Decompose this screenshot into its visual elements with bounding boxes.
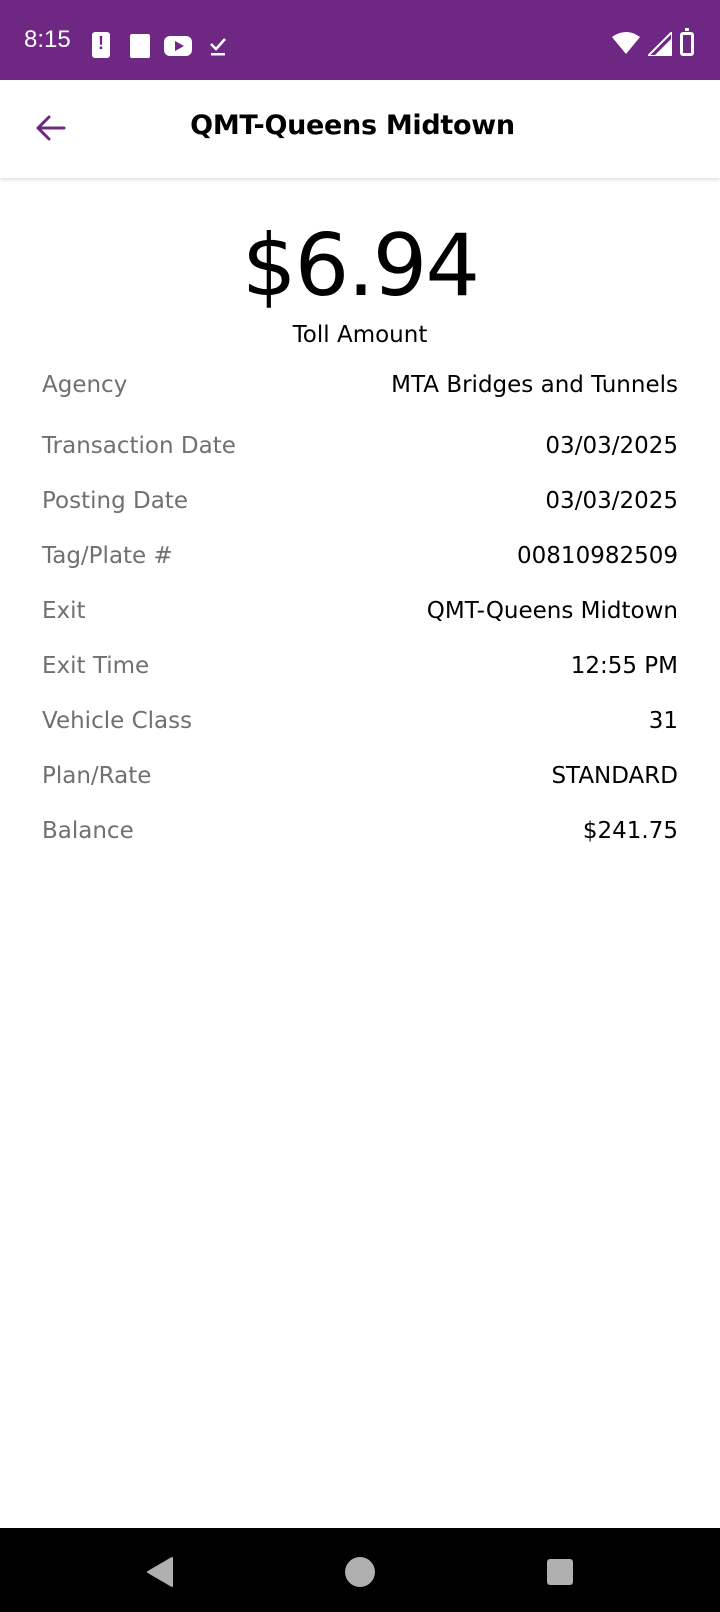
youtube-icon — [164, 36, 192, 56]
detail-row-tag-plate: Tag/Plate # 00810982509 — [42, 536, 678, 576]
nav-recents-button[interactable] — [540, 1552, 580, 1592]
detail-value: 00810982509 — [517, 543, 678, 569]
detail-label: Posting Date — [42, 488, 188, 514]
detail-row-transaction-date: Transaction Date 03/03/2025 — [42, 426, 678, 466]
battery-icon — [680, 28, 694, 56]
detail-row-vehicle-class: Vehicle Class 31 — [42, 701, 678, 741]
detail-row-exit: Exit QMT-Queens Midtown — [42, 591, 678, 631]
nav-recents-icon — [547, 1559, 573, 1585]
toll-amount-label: Toll Amount — [292, 322, 428, 348]
nav-home-icon — [345, 1557, 375, 1587]
nav-home-button[interactable] — [340, 1552, 380, 1592]
detail-value: STANDARD — [551, 763, 678, 789]
page-title: QMT-Queens Midtown — [190, 110, 515, 141]
status-bar: 8:15 — [0, 0, 720, 80]
detail-label: Exit Time — [42, 653, 150, 679]
detail-value: $241.75 — [582, 818, 678, 844]
detail-value: QMT-Queens Midtown — [426, 598, 678, 624]
detail-value: MTA Bridges and Tunnels — [391, 372, 678, 398]
detail-row-exit-time: Exit Time 12:55 PM — [42, 646, 678, 686]
detail-label: Tag/Plate # — [42, 543, 173, 569]
download-done-icon — [208, 33, 228, 57]
detail-value: 12:55 PM — [570, 653, 678, 679]
detail-label: Agency — [42, 372, 128, 398]
detail-row-posting-date: Posting Date 03/03/2025 — [42, 481, 678, 521]
detail-label: Transaction Date — [42, 433, 236, 459]
detail-row-balance: Balance $241.75 — [42, 811, 678, 851]
app-bar: QMT-Queens Midtown — [0, 80, 720, 178]
detail-label: Exit — [42, 598, 86, 624]
detail-label: Plan/Rate — [42, 763, 152, 789]
detail-label: Vehicle Class — [42, 708, 193, 734]
detail-row-plan-rate: Plan/Rate STANDARD — [42, 756, 678, 796]
detail-value: 03/03/2025 — [545, 488, 678, 514]
detail-row-agency: Agency MTA Bridges and Tunnels — [42, 365, 678, 405]
wifi-icon — [612, 32, 640, 58]
detail-value: 31 — [648, 708, 678, 734]
nav-back-button[interactable] — [140, 1552, 180, 1592]
signal-icon — [645, 29, 673, 60]
document-icon — [130, 34, 150, 58]
system-nav-bar — [0, 1528, 720, 1612]
detail-label: Balance — [42, 818, 134, 844]
alert-icon — [92, 32, 110, 58]
toll-amount-value: $6.94 — [241, 216, 480, 316]
nav-back-icon — [147, 1557, 173, 1587]
detail-value: 03/03/2025 — [545, 433, 678, 459]
status-time: 8:15 — [24, 26, 71, 53]
